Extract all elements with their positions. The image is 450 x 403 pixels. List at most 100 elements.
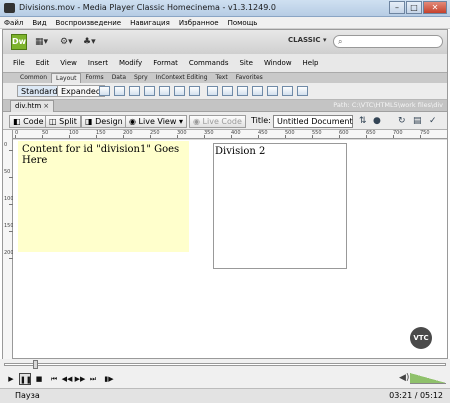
seek-bar[interactable] <box>0 359 450 370</box>
tabbed-panels-icon[interactable] <box>159 86 170 96</box>
menu-help[interactable]: Help <box>303 54 319 72</box>
tab-layout[interactable]: Layout <box>51 73 82 83</box>
player-menu-favorites[interactable]: Избранное <box>179 17 219 28</box>
menu-edit[interactable]: Edit <box>36 54 50 72</box>
site-icon[interactable]: ♣▾ <box>83 37 96 47</box>
player-menu-navigate[interactable]: Навигация <box>130 17 170 28</box>
insert-row-above-icon[interactable] <box>237 86 248 96</box>
ruler-tick <box>42 135 43 138</box>
player-menu-file[interactable]: Файл <box>4 17 23 28</box>
menu-commands[interactable]: Commands <box>189 54 229 72</box>
select-table-icon[interactable] <box>222 86 233 96</box>
tab-incontext-editing[interactable]: InContext Editing <box>152 73 212 83</box>
code-view-button[interactable]: ◧ Code <box>9 115 48 128</box>
ruler-tick <box>393 135 394 138</box>
ruler-label: 50 <box>4 169 11 175</box>
tab-spry[interactable]: Spry <box>130 73 152 83</box>
ruler-tick <box>204 135 205 138</box>
ruler-label: 650 <box>366 130 376 136</box>
design-view-button[interactable]: ◨ Design <box>81 115 127 128</box>
split-view-label: Split <box>59 117 77 126</box>
live-view-button[interactable]: ◉ Live View ▾ <box>125 115 187 128</box>
ruler-tick <box>15 135 16 138</box>
iframe-icon[interactable] <box>297 86 308 96</box>
previous-icon[interactable]: ⏮ <box>48 373 60 385</box>
horizontal-ruler: 0 50 100 150 200 250 300 350 400 450 500 550 600 650 7… <box>13 130 447 139</box>
draw-ap-div-icon[interactable] <box>129 86 140 96</box>
menu-window[interactable]: Window <box>264 54 292 72</box>
live-code-button[interactable]: ◉ Live Code <box>189 115 246 128</box>
seek-thumb[interactable] <box>32 360 38 369</box>
ruler-label: 100 <box>69 130 79 136</box>
design-canvas[interactable]: Content for id "division1" Goes Here Div… <box>13 140 447 358</box>
fast-forward-icon[interactable]: ▶▶ <box>74 373 86 385</box>
close-tab-icon[interactable]: × <box>43 102 49 110</box>
maximize-button[interactable]: □ <box>406 1 422 14</box>
menu-format[interactable]: Format <box>153 54 178 72</box>
document-tab[interactable]: div.htm × <box>10 100 55 112</box>
ruler-label: 250 <box>150 130 160 136</box>
tab-favorites[interactable]: Favorites <box>232 73 267 83</box>
player-menu-help[interactable]: Помощь <box>228 17 258 28</box>
insert-column-left-icon[interactable] <box>267 86 278 96</box>
close-button[interactable]: ✕ <box>423 1 447 14</box>
tab-forms[interactable]: Forms <box>81 73 107 83</box>
insert-column-right-icon[interactable] <box>282 86 293 96</box>
window-titlebar: Divisions.mov - Media Player Classic Hom… <box>0 0 450 17</box>
insert-div-icon[interactable] <box>99 86 110 96</box>
ruler-tick <box>366 135 367 138</box>
document-title-input[interactable]: Untitled Document <box>273 115 353 128</box>
table-icon[interactable] <box>207 86 218 96</box>
division1-box[interactable]: Content for id "division1" Goes Here <box>18 141 189 252</box>
menu-insert[interactable]: Insert <box>88 54 108 72</box>
split-view-button[interactable]: ◫ Split <box>45 115 81 128</box>
tab-text[interactable]: Text <box>212 73 232 83</box>
insert-row-below-icon[interactable] <box>252 86 263 96</box>
search-input[interactable]: ⌕ <box>333 35 443 48</box>
document-toolbar: ◧ Code ◫ Split ◨ Design ◉ Live View ▾ ◉ … <box>3 112 447 130</box>
collapsible-panel-icon[interactable] <box>189 86 200 96</box>
ruler-tick <box>285 135 286 138</box>
visual-aids-icon[interactable]: ▤ <box>413 116 422 126</box>
player-menu-play[interactable]: Воспроизведение <box>56 17 122 28</box>
frame-step-icon[interactable]: ▮▶ <box>103 373 115 385</box>
next-icon[interactable]: ⏭ <box>87 373 99 385</box>
menu-modify[interactable]: Modify <box>119 54 142 72</box>
rewind-icon[interactable]: ◀◀ <box>61 373 73 385</box>
menu-view[interactable]: View <box>60 54 77 72</box>
ruler-label: 500 <box>285 130 295 136</box>
check-page-icon[interactable]: ✓ <box>429 116 437 126</box>
stop-icon[interactable]: ■ <box>33 373 45 385</box>
seek-track[interactable] <box>4 363 446 366</box>
minimize-button[interactable]: – <box>389 1 405 14</box>
standard-mode-button[interactable]: Standard <box>17 85 62 97</box>
volume-icon[interactable]: ◀) <box>399 373 409 383</box>
pause-icon[interactable]: ❚❚ <box>19 373 32 385</box>
player-menu-view[interactable]: Вид <box>32 17 46 28</box>
menubar-icon[interactable] <box>144 86 155 96</box>
expanded-mode-button[interactable]: Expanded <box>57 85 105 97</box>
refresh-icon[interactable]: ↻ <box>398 116 406 126</box>
gear-icon[interactable]: ⚙▾ <box>60 37 73 47</box>
layout-icon[interactable]: ▦▾ <box>35 37 48 47</box>
file-management-icon[interactable]: ⇅ <box>359 116 367 126</box>
tab-data[interactable]: Data <box>108 73 130 83</box>
preview-browser-icon[interactable]: ● <box>373 116 381 126</box>
play-icon[interactable]: ▶ <box>5 373 17 385</box>
ruler-label: 600 <box>339 130 349 136</box>
insert-ap-div-icon[interactable] <box>114 86 125 96</box>
menu-file[interactable]: File <box>13 54 25 72</box>
menu-site[interactable]: Site <box>239 54 252 72</box>
tab-common[interactable]: Common <box>16 73 51 83</box>
volume-level <box>410 373 446 383</box>
design-view-label: Design <box>95 117 123 126</box>
workspace-switcher[interactable]: CLASSIC ▾ <box>288 36 326 44</box>
division2-box[interactable]: Division 2 <box>213 143 347 269</box>
vertical-ruler: 0 50 100 150 200 <box>3 130 14 360</box>
ruler-tick <box>231 135 232 138</box>
ruler-label: 0 <box>4 142 8 148</box>
volume-slider[interactable] <box>410 373 446 384</box>
accordion-icon[interactable] <box>174 86 185 96</box>
ruler-label: 200 <box>123 130 133 136</box>
ruler-label: 550 <box>312 130 322 136</box>
